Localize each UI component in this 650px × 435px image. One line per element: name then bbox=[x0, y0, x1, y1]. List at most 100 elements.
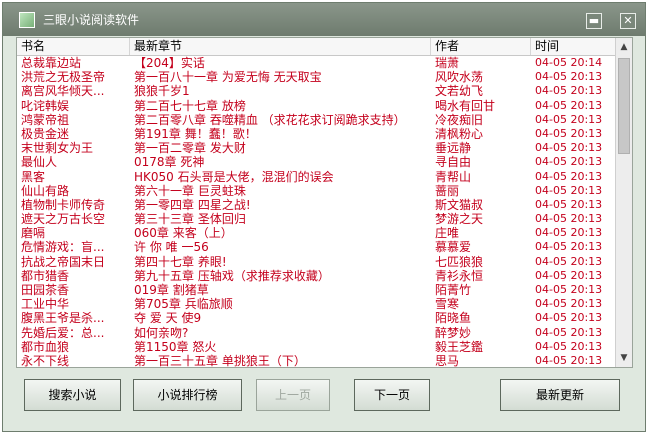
row-latest-chapter: 第四十七章 养眼! bbox=[134, 254, 227, 269]
row-book-name: 危情游戏：盲... bbox=[21, 240, 105, 255]
app-icon bbox=[19, 12, 35, 28]
row-latest-chapter: 第二百七十七章 放榜 bbox=[134, 98, 246, 113]
row-author: 垂远静 bbox=[435, 141, 472, 156]
list-item[interactable]: 磨嗝 060章 来客（上） 庄唯 04-05 20:13 bbox=[17, 226, 615, 240]
list-item[interactable]: 极贵金迷 第191章 舞！蠢！歌！ 清枫粉心 04-05 20:13 bbox=[17, 127, 615, 141]
list-item[interactable]: 末世剩女为王 第一百二零章 发大财 垂远静 04-05 20:13 bbox=[17, 141, 615, 155]
row-author: 风吹水荡 bbox=[435, 70, 484, 85]
row-book-name: 先婚后爱：总... bbox=[21, 325, 105, 340]
row-time: 04-05 20:13 bbox=[535, 325, 603, 339]
list-header: 书名 最新章节 作者 时间 bbox=[17, 38, 615, 56]
scroll-down-icon[interactable]: ▼ bbox=[618, 351, 630, 365]
minimize-button[interactable]: ▬ bbox=[586, 13, 602, 29]
header-time[interactable]: 时间 bbox=[531, 38, 615, 55]
row-latest-chapter: 狼狼千岁1 bbox=[134, 84, 190, 99]
row-author: 文若幼飞 bbox=[435, 84, 484, 99]
list-item[interactable]: 抗战之帝国末日 第四十七章 养眼! 七匹狼狼 04-05 20:13 bbox=[17, 255, 615, 269]
window-title: 三眼小说阅读软件 bbox=[43, 13, 140, 27]
latest-update-button[interactable]: 最新更新 bbox=[500, 379, 620, 411]
row-author: 七匹狼狼 bbox=[435, 254, 484, 269]
row-author: 庄唯 bbox=[435, 226, 460, 241]
list-item[interactable]: 仙山有路 第六十一章 巨灵蛀珠 蔷丽 04-05 20:13 bbox=[17, 184, 615, 198]
row-time: 04-05 20:13 bbox=[535, 254, 603, 268]
search-novel-button[interactable]: 搜索小说 bbox=[24, 379, 121, 411]
row-book-name: 都市猎香 bbox=[21, 268, 70, 283]
list-item[interactable]: 永不下线 第一百三十五章 单挑狼王（下） 思马 04-05 20:13 bbox=[17, 354, 615, 367]
list-item[interactable]: 都市猎香 第九十五章 压轴戏（求推荐求收藏） 青衫永恒 04-05 20:13 bbox=[17, 269, 615, 283]
row-time: 04-05 20:13 bbox=[535, 141, 603, 155]
row-time: 04-05 20:13 bbox=[535, 197, 603, 211]
row-time: 04-05 20:13 bbox=[535, 98, 603, 112]
row-time: 04-05 20:13 bbox=[535, 126, 603, 140]
row-latest-chapter: 第1150章 怒火 bbox=[134, 339, 217, 354]
row-author: 醉梦妙 bbox=[435, 325, 472, 340]
list-item[interactable]: 都市血狼 第1150章 怒火 毅王芝鑑 04-05 20:13 bbox=[17, 340, 615, 354]
close-button[interactable]: ✕ bbox=[620, 13, 636, 29]
row-book-name: 永不下线 bbox=[21, 353, 70, 367]
row-latest-chapter: 060章 来客（上） bbox=[134, 226, 233, 241]
row-author: 冷夜痴旧 bbox=[435, 112, 484, 127]
vertical-scrollbar[interactable]: ▲ ▼ bbox=[615, 38, 632, 367]
header-book-name[interactable]: 书名 bbox=[17, 38, 130, 55]
row-time: 04-05 20:13 bbox=[535, 112, 603, 126]
header-author[interactable]: 作者 bbox=[431, 38, 531, 55]
row-time: 04-05 20:13 bbox=[535, 240, 603, 254]
row-author: 清枫粉心 bbox=[435, 126, 484, 141]
list-item[interactable]: 叱诧韩娱 第二百七十七章 放榜 喝水有回甘 04-05 20:13 bbox=[17, 99, 615, 113]
list-item[interactable]: 工业中华 第705章 兵临旅顺 雪寒 04-05 20:13 bbox=[17, 297, 615, 311]
list-item[interactable]: 最仙人 0178章 死神 寻自由 04-05 20:13 bbox=[17, 155, 615, 169]
row-author: 陌菁竹 bbox=[435, 283, 472, 297]
list-item[interactable]: 危情游戏：盲... 许 你 唯 一56 慕慕爱 04-05 20:13 bbox=[17, 240, 615, 254]
row-book-name: 离宫风华倾天... bbox=[21, 84, 105, 99]
row-author: 蔷丽 bbox=[435, 183, 460, 198]
novel-ranking-button[interactable]: 小说排行榜 bbox=[133, 379, 242, 411]
title-bar[interactable]: 三眼小说阅读软件 ▬ ✕ bbox=[3, 3, 645, 36]
list-item[interactable]: 黑客 HK050 石头哥是大佬，混混们的误会 青帮山 04-05 20:13 bbox=[17, 170, 615, 184]
list-item[interactable]: 先婚后爱：总... 如何亲吻? 醉梦妙 04-05 20:13 bbox=[17, 326, 615, 340]
row-author: 陌晓鱼 bbox=[435, 311, 472, 326]
row-book-name: 黑客 bbox=[21, 169, 46, 184]
prev-page-button[interactable]: 上一页 bbox=[256, 379, 330, 411]
row-book-name: 洪荒之无极圣帝 bbox=[21, 70, 106, 85]
row-book-name: 鸿蒙帝祖 bbox=[21, 112, 70, 127]
row-time: 04-05 20:13 bbox=[535, 70, 603, 84]
row-book-name: 总裁靠边站 bbox=[21, 56, 82, 70]
row-latest-chapter: 第九十五章 压轴戏（求推荐求收藏） bbox=[134, 268, 330, 283]
row-author: 慕慕爱 bbox=[435, 240, 472, 255]
row-latest-chapter: 第六十一章 巨灵蛀珠 bbox=[134, 183, 246, 198]
list-item[interactable]: 遮天之万古长空 第三十三章 圣体回归 梦游之天 04-05 20:13 bbox=[17, 212, 615, 226]
row-author: 梦游之天 bbox=[435, 212, 484, 227]
row-latest-chapter: 019章 割猪草 bbox=[134, 283, 209, 297]
row-book-name: 都市血狼 bbox=[21, 339, 70, 354]
list-item[interactable]: 腹黑王爷是杀... 夺 爱 天 使9 陌晓鱼 04-05 20:13 bbox=[17, 311, 615, 325]
list-item[interactable]: 植物制卡师传奇 第一零四章 四星之战! 斯文猫叔 04-05 20:13 bbox=[17, 198, 615, 212]
list-rows: 总裁靠边站 【204】实话 瑞萧 04-05 20:14 洪荒之无极圣帝 第一百八十一章 … bbox=[17, 56, 615, 367]
row-author: 斯文猫叔 bbox=[435, 197, 484, 212]
list-item[interactable]: 田园茶香 019章 割猪草 陌菁竹 04-05 20:13 bbox=[17, 283, 615, 297]
row-book-name: 工业中华 bbox=[21, 297, 70, 312]
scroll-thumb[interactable] bbox=[618, 58, 630, 154]
row-author: 雪寒 bbox=[435, 297, 460, 312]
row-latest-chapter: 【204】实话 bbox=[134, 56, 205, 70]
row-latest-chapter: 第705章 兵临旅顺 bbox=[134, 297, 233, 312]
next-page-button[interactable]: 下一页 bbox=[354, 379, 430, 411]
novel-list: 书名 最新章节 作者 时间 总裁靠边站 【204】实话 瑞萧 04-05 20:14 洪… bbox=[16, 37, 633, 368]
list-item[interactable]: 总裁靠边站 【204】实话 瑞萧 04-05 20:14 bbox=[17, 56, 615, 70]
scroll-up-icon[interactable]: ▲ bbox=[618, 40, 630, 54]
row-time: 04-05 20:13 bbox=[535, 183, 603, 197]
row-latest-chapter: 第三十三章 圣体回归 bbox=[134, 212, 246, 227]
row-latest-chapter: 0178章 死神 bbox=[134, 155, 205, 170]
row-book-name: 田园茶香 bbox=[21, 283, 70, 297]
row-time: 04-05 20:13 bbox=[535, 169, 603, 183]
list-item[interactable]: 离宫风华倾天... 狼狼千岁1 文若幼飞 04-05 20:13 bbox=[17, 84, 615, 98]
row-time: 04-05 20:13 bbox=[535, 311, 603, 325]
list-item[interactable]: 洪荒之无极圣帝 第一百八十一章 为爱无悔 无天取宝 风吹水荡 04-05 20:13 bbox=[17, 70, 615, 84]
row-book-name: 抗战之帝国末日 bbox=[21, 254, 106, 269]
list-item[interactable]: 鸿蒙帝祖 第二百零八章 吞噬精血 （求花花求订阅跪求支持） 冷夜痴旧 04-05 20… bbox=[17, 113, 615, 127]
row-latest-chapter: 第191章 舞！蠢！歌！ bbox=[134, 126, 257, 141]
row-latest-chapter: 第一百八十一章 为爱无悔 无天取宝 bbox=[134, 70, 322, 85]
row-time: 04-05 20:13 bbox=[535, 297, 603, 311]
header-latest-chapter[interactable]: 最新章节 bbox=[130, 38, 431, 55]
row-time: 04-05 20:13 bbox=[535, 84, 603, 98]
row-book-name: 仙山有路 bbox=[21, 183, 70, 198]
